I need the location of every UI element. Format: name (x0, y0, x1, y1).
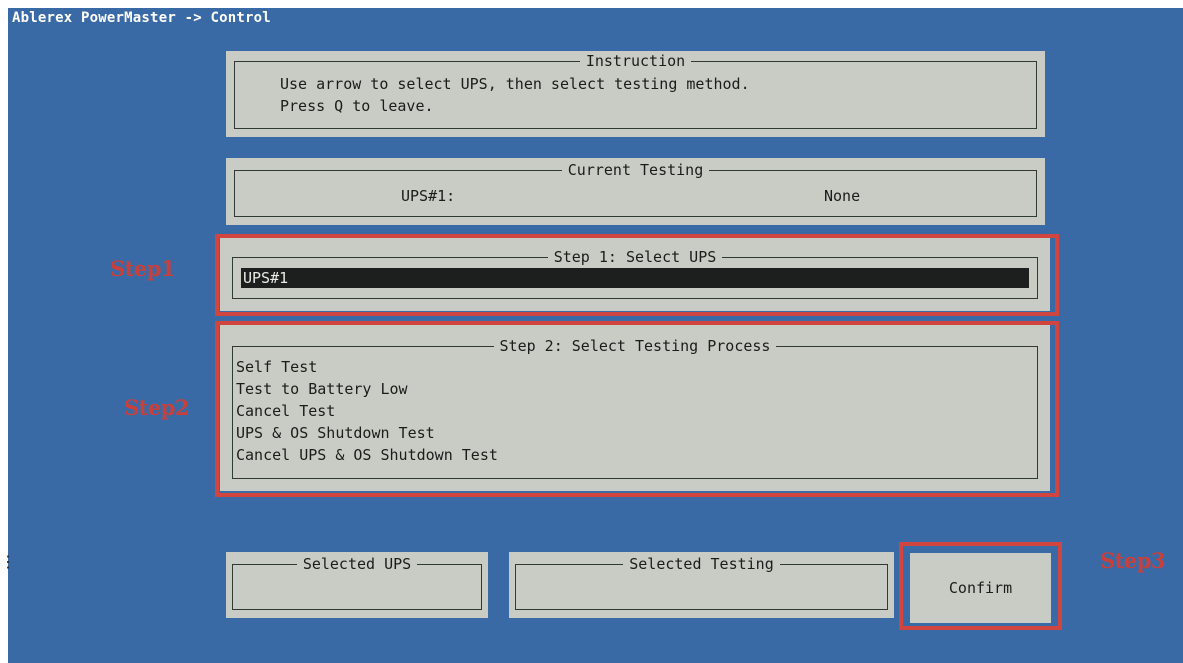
current-testing-ups-label: UPS#1: (401, 187, 456, 205)
selected-ups-frame: Selected UPS (232, 555, 482, 610)
terminal-screen: Ablerex PowerMaster -> Control Instructi… (8, 8, 1183, 663)
list-item-test[interactable]: Self Test (236, 358, 317, 376)
step1-panel: Step 1: Select UPS UPS#1 (220, 237, 1050, 311)
step1-frame[interactable]: Step 1: Select UPS UPS#1 (232, 248, 1038, 299)
window-title: Ablerex PowerMaster -> Control (12, 10, 271, 26)
current-testing-panel: Current Testing UPS#1: None (226, 158, 1045, 225)
instruction-panel: Instruction Use arrow to select UPS, the… (226, 51, 1045, 137)
confirm-button[interactable]: Confirm (910, 553, 1051, 623)
edge-marker: ⋮ (0, 552, 16, 571)
step2-panel: Step 2: Select Testing Process Self Test… (220, 324, 1050, 491)
step2-annotation: Step2 (124, 395, 190, 420)
current-testing-status: None (824, 187, 861, 205)
list-item-test[interactable]: UPS & OS Shutdown Test (236, 424, 435, 442)
list-item-test[interactable]: Cancel Test (236, 402, 335, 420)
selected-testing-panel: Selected Testing (509, 552, 894, 618)
instruction-line-1: Use arrow to select UPS, then select tes… (280, 75, 750, 93)
instruction-line-2: Press Q to leave. (280, 97, 434, 115)
step2-title: Step 2: Select Testing Process (493, 337, 777, 355)
confirm-label: Confirm (948, 579, 1013, 597)
list-item-ups-selected[interactable]: UPS#1 (241, 268, 1029, 288)
step1-annotation: Step1 (110, 256, 176, 281)
selected-testing-title: Selected Testing (623, 555, 780, 573)
step1-title: Step 1: Select UPS (547, 248, 723, 266)
instruction-frame: Instruction (234, 52, 1037, 129)
selected-ups-panel: Selected UPS (226, 552, 488, 618)
list-item-test[interactable]: Cancel UPS & OS Shutdown Test (236, 446, 498, 464)
selected-testing-frame: Selected Testing (515, 555, 888, 610)
step3-annotation: Step3 (1100, 548, 1166, 573)
instruction-title: Instruction (579, 52, 692, 70)
current-testing-title: Current Testing (561, 161, 710, 179)
current-testing-frame: Current Testing (234, 161, 1037, 217)
selected-ups-title: Selected UPS (296, 555, 418, 573)
list-item-test[interactable]: Test to Battery Low (236, 380, 408, 398)
